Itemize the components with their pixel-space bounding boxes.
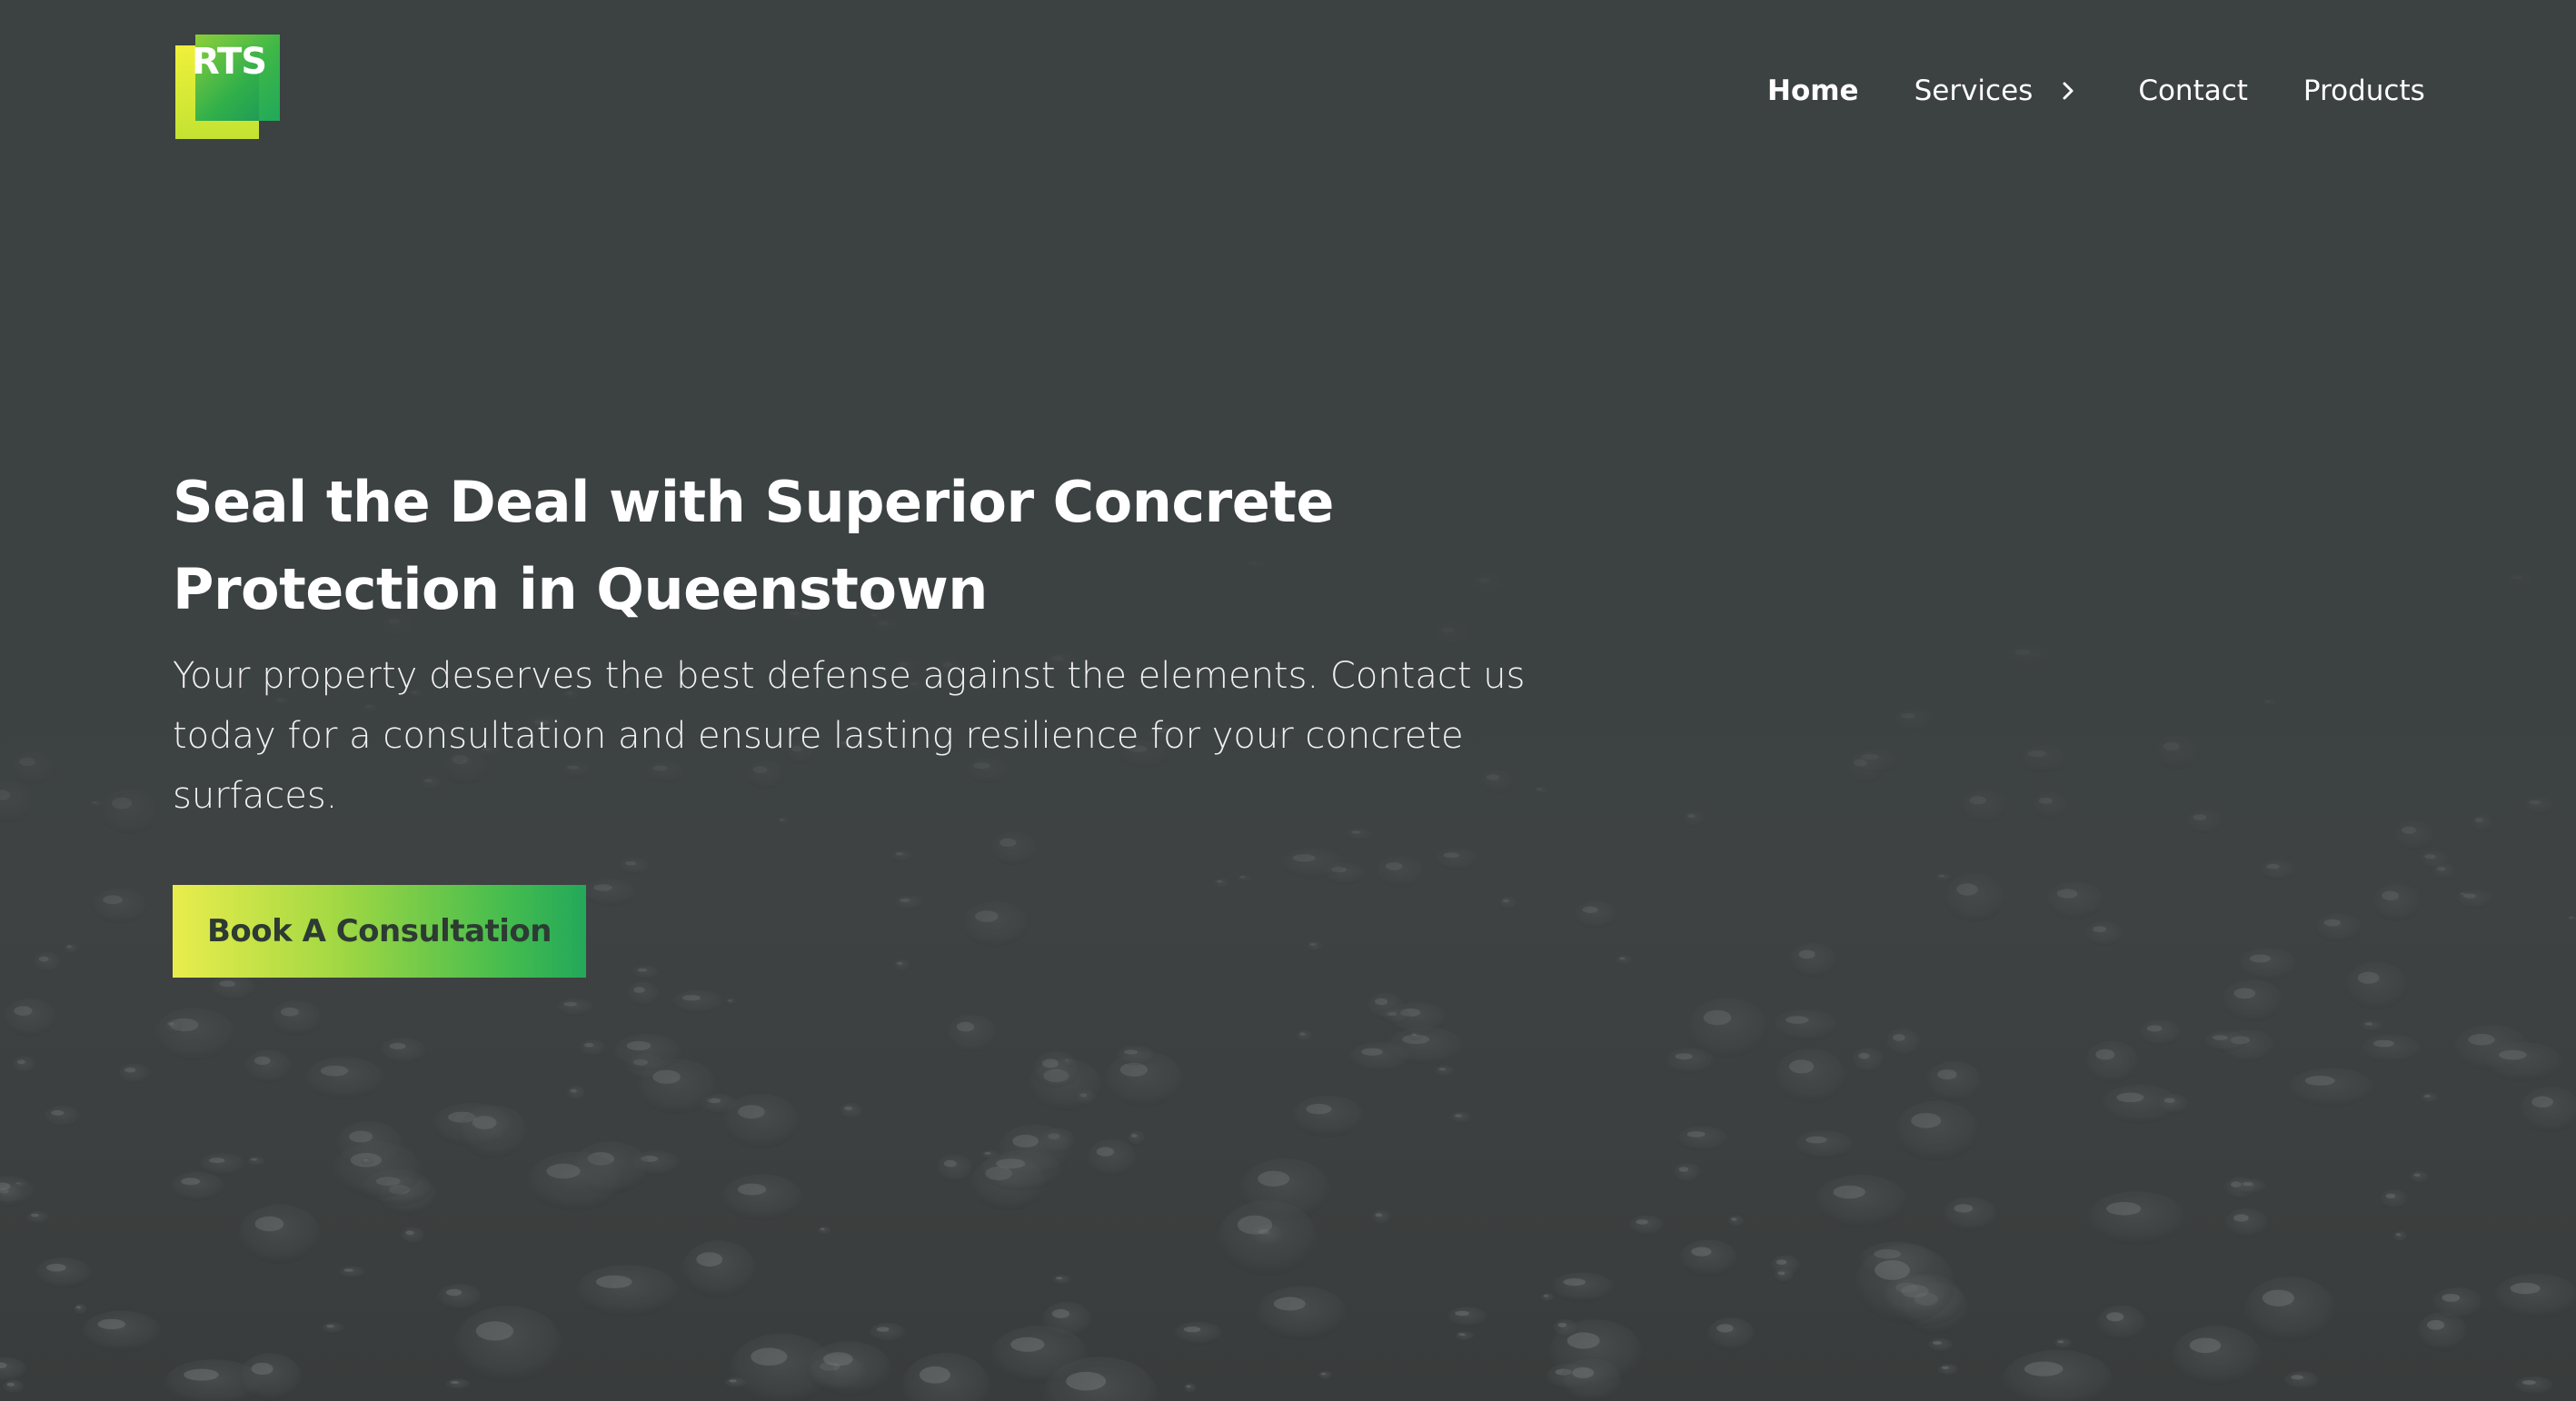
book-consultation-button[interactable]: Book A Consultation xyxy=(173,885,586,978)
nav-item-label: Contact xyxy=(2138,75,2248,107)
nav-item-services[interactable]: Services xyxy=(1915,75,2082,107)
hero-content: Seal the Deal with Superior Concrete Pro… xyxy=(173,459,1536,826)
site-header: RTS Home Services Contact Products xyxy=(0,0,2576,182)
chevron-right-icon[interactable] xyxy=(2055,78,2081,104)
rts-logo[interactable]: RTS xyxy=(175,35,280,140)
nav-item-label: Services xyxy=(1914,75,2034,107)
main-nav: Home Services Contact Products xyxy=(1767,71,2425,111)
hero-title: Seal the Deal with Superior Concrete Pro… xyxy=(173,469,1334,622)
nav-item-label: Home xyxy=(1767,75,1859,107)
hero-subtitle: Your property deserves the best defense … xyxy=(173,655,1526,817)
nav-item-products[interactable]: Products xyxy=(2303,75,2425,107)
logo-text: RTS xyxy=(192,41,267,83)
nav-item-contact[interactable]: Contact xyxy=(2138,75,2248,107)
nav-item-label: Products xyxy=(2302,75,2425,107)
nav-item-home[interactable]: Home xyxy=(1767,75,1859,107)
